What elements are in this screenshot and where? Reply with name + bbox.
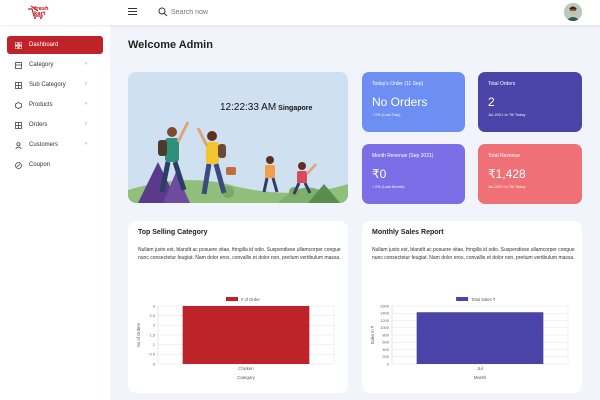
todays-order-card[interactable]: Today's Order (11 Sep) No Orders ↕ 0% (L… (362, 72, 465, 132)
top-bar: fresh kart (0, 0, 600, 25)
search-icon (158, 7, 168, 17)
y-tick-label: 1600 (380, 303, 390, 308)
card-value: 2 (488, 95, 495, 109)
y-tick-label: 1 (153, 342, 156, 347)
card-subtitle: ↕ 0% (Last Month) (372, 184, 405, 189)
sidebar-item-products[interactable]: Products › (7, 96, 103, 114)
y-tick-label: 200 (382, 354, 389, 359)
chevron-right-icon: › (85, 101, 87, 107)
sidebar-item-label: Dashboard (29, 42, 59, 48)
legend-swatch (226, 297, 238, 301)
chevron-right-icon: › (85, 121, 87, 127)
y-tick-label: 1.5 (149, 332, 155, 337)
chevron-right-icon: › (85, 81, 87, 87)
sidebar-item-sub-category[interactable]: Sub Category › (7, 76, 103, 94)
y-tick-label: 0.5 (149, 352, 155, 357)
card-subtitle: Jul-2021 to Till Today (488, 184, 526, 189)
y-tick-label: 1400 (380, 311, 390, 316)
card-title: Today's Order (11 Sep) (372, 81, 424, 87)
total-orders-card[interactable]: Total Orders 2 Jul-2021 to Till Today (478, 72, 582, 132)
sidebar-item-label: Coupon (29, 162, 51, 168)
hiking-illustration (128, 121, 348, 203)
welcome-hero-card: 12:22:33 AM Singapore (128, 72, 348, 203)
coupon-icon (15, 161, 22, 169)
y-tick-label: 800 (382, 332, 389, 337)
card-subtitle: ↕ 0% (Last Day) (372, 112, 401, 117)
sidebar-item-coupon[interactable]: Coupon (7, 156, 103, 174)
products-icon (15, 101, 22, 109)
avatar[interactable] (564, 3, 582, 21)
card-subtitle: Jul-2021 to Till Today (488, 112, 526, 117)
sidebar-item-customers[interactable]: Customers › (7, 136, 103, 154)
search-input[interactable] (171, 5, 291, 19)
y-tick-label: 600 (382, 340, 389, 345)
sidebar-item-label: Products (29, 102, 53, 108)
total-revenue-card[interactable]: Total Revenue ₹1,428 Jul-2021 to Till To… (478, 144, 582, 204)
y-axis-label: Sales in ₹ (370, 325, 375, 344)
clock-time: 12:22:33 AM (220, 102, 277, 113)
y-tick-label: 2.5 (149, 313, 155, 318)
category-bar-chart: # of Order 3 2.5 2 1.5 1 0.5 0 Chicken Category No… (136, 297, 335, 380)
logo-text: fresh kart (34, 6, 49, 17)
sub-category-icon (15, 81, 22, 89)
sidebar: Dashboard Category › Sub Category › Prod… (0, 25, 110, 400)
sidebar-item-label: Orders (29, 122, 48, 128)
y-tick-label: 400 (382, 347, 389, 352)
orders-icon (15, 121, 22, 129)
sidebar-item-dashboard[interactable]: Dashboard (7, 36, 103, 54)
sidebar-item-orders[interactable]: Orders › (7, 116, 103, 134)
x-tick-label: Chicken (238, 366, 254, 371)
card-value: ₹1,428 (488, 167, 526, 181)
menu-toggle-button[interactable] (128, 8, 137, 16)
sidebar-item-label: Customers (29, 142, 59, 148)
page-title: Welcome Admin (128, 39, 213, 51)
category-icon (15, 61, 22, 69)
x-tick-label: Jul (477, 366, 482, 371)
chart-bar (416, 312, 544, 364)
live-clock: 12:22:33 AM Singapore (220, 102, 312, 113)
brand-logo[interactable]: fresh kart (26, 5, 58, 20)
y-tick-label: 1000 (380, 325, 390, 330)
sales-bar-chart: Total Sales ₹ 1600 1400 1200 1000 800 600 400 20… (370, 297, 569, 380)
y-tick-label: 1200 (380, 318, 390, 323)
monthly-sales-panel: Monthly Sales Report Nullam justo est, b… (362, 221, 582, 393)
legend-label: Total Sales ₹ (471, 297, 496, 302)
legend-swatch (456, 297, 469, 301)
x-axis-label: Month (474, 375, 487, 380)
chevron-right-icon: › (85, 141, 87, 147)
y-tick-label: 0 (387, 361, 390, 366)
y-tick-label: 2 (153, 323, 156, 328)
clock-timezone: Singapore (278, 105, 313, 112)
x-axis-label: Category (237, 375, 256, 380)
y-tick-label: 0 (153, 361, 156, 366)
customers-icon (15, 141, 22, 149)
dashboard-grid-icon (15, 41, 22, 49)
chart-bar (182, 306, 310, 364)
card-value: ₹0 (372, 167, 387, 181)
legend-label: # of Order (241, 297, 260, 302)
chevron-right-icon: › (85, 61, 87, 67)
top-selling-category-panel: Top Selling Category Nullam justo est, b… (128, 221, 348, 393)
user-avatar-icon (564, 3, 582, 21)
y-tick-label: 3 (153, 303, 156, 308)
sidebar-item-category[interactable]: Category › (7, 56, 103, 74)
month-revenue-card[interactable]: Month Revenue (Sep 2021) ₹0 ↕ 0% (Last M… (362, 144, 465, 204)
card-value: No Orders (372, 95, 428, 109)
card-title: Total Revenue (488, 153, 520, 159)
sidebar-item-label: Sub Category (29, 82, 66, 88)
card-title: Month Revenue (Sep 2021) (372, 153, 434, 159)
sidebar-item-label: Category (29, 62, 54, 68)
card-title: Total Orders (488, 81, 516, 87)
y-axis-label: No of Orders (136, 323, 141, 347)
